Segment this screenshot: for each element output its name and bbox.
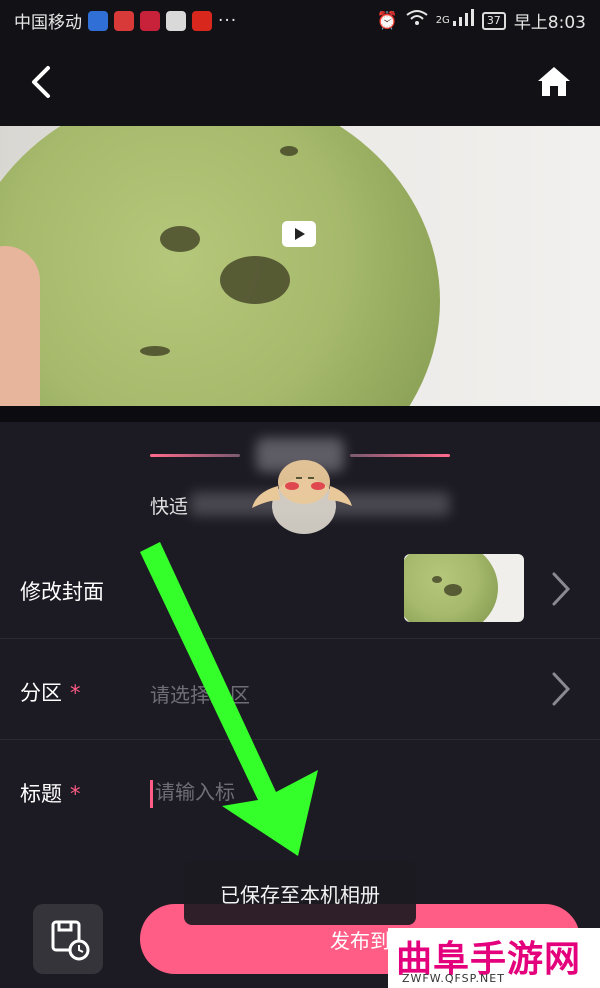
finger-shape (0, 246, 40, 406)
shield-app-icon (88, 10, 108, 31)
mascot-icon (252, 460, 352, 534)
carrier-text: 中国移动 (14, 13, 82, 33)
toast-message: 已保存至本机相册 (184, 861, 416, 925)
section-label: 分区 * (20, 681, 81, 705)
section-placeholder: 请选择分区 (150, 683, 250, 707)
home-button[interactable] (534, 62, 574, 102)
cover-thumbnail[interactable] (404, 554, 524, 622)
text-caret (150, 779, 153, 808)
video-frame-image (0, 126, 440, 406)
save-draft-icon (51, 920, 90, 961)
video-preview[interactable] (0, 126, 600, 406)
status-bar: 中国移动 ··· ⏰ 2G 37 早上8:03 (0, 0, 600, 40)
required-mark: * (70, 782, 81, 806)
save-draft-button[interactable] (33, 904, 103, 974)
home-icon (538, 67, 570, 96)
listen-app-icon (192, 10, 212, 31)
alarm-icon: ⏰ (376, 10, 398, 31)
signal-icon (452, 9, 474, 32)
cover-label: 修改封面 (20, 580, 104, 604)
network-type: 2G (435, 15, 450, 26)
toast-text: 已保存至本机相册 (220, 882, 380, 907)
progress-line-left (150, 454, 240, 457)
publish-label: 发布到 (330, 928, 390, 953)
wifi-icon (406, 9, 428, 32)
watermark-url: ZWFW.QFSP.NET (402, 972, 505, 985)
section-row[interactable]: 分区 * 请选择分区 (0, 639, 600, 740)
upload-tip-text: 快适 (150, 496, 189, 518)
top-nav-bar (0, 40, 600, 126)
clock-text: 早上8:03 (513, 13, 586, 33)
microphone-app-icon (114, 10, 134, 31)
play-icon[interactable] (282, 221, 316, 247)
cover-image (404, 554, 498, 622)
progress-line-right (350, 454, 450, 457)
title-label: 标题 * (20, 782, 81, 806)
upload-progress: 快适 (0, 422, 600, 540)
back-button[interactable] (26, 62, 58, 102)
chevron-right-icon (552, 672, 571, 706)
chevron-left-icon (32, 66, 50, 98)
battery-indicator: 37 (481, 11, 506, 30)
required-mark: * (70, 681, 81, 705)
chevron-right-icon (552, 572, 571, 606)
watermark-logo: 曲阜手游网 ZWFW.QFSP.NET (388, 928, 600, 988)
radio-app-icon (166, 10, 186, 31)
more-notifications-icon: ··· (218, 10, 238, 31)
grid-app-icon (140, 10, 160, 31)
title-row[interactable]: 标题 * 请输入标 (0, 740, 600, 840)
video-bottom-bar (0, 406, 600, 422)
title-input[interactable]: 请输入标 (150, 776, 235, 808)
